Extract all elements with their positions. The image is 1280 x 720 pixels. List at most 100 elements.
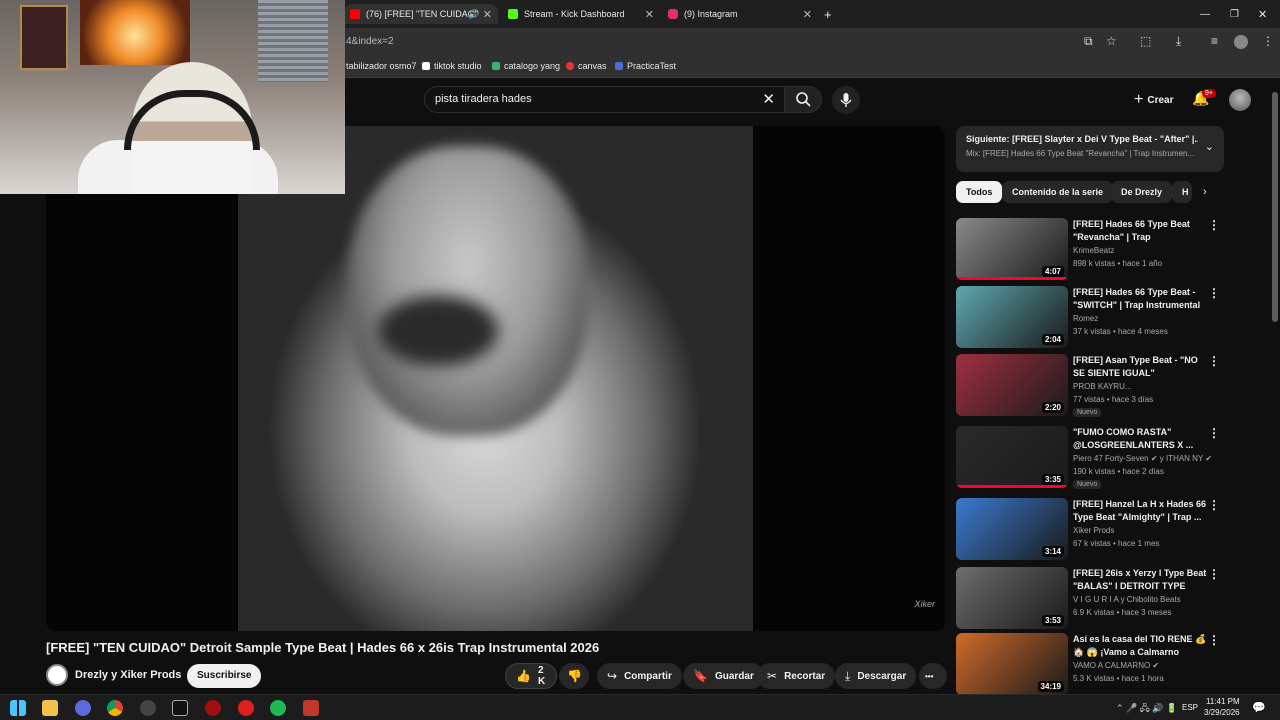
more-options-icon[interactable]: ⋮ xyxy=(1208,218,1220,232)
recommendation-title[interactable]: Así es la casa del TIO RENE 💰 🏠 😱 ¡Vamo … xyxy=(1073,633,1209,659)
app-icon[interactable] xyxy=(75,700,91,716)
clock-date[interactable]: 3/29/2026 xyxy=(1204,708,1240,717)
dislike-button[interactable]: 👎 xyxy=(559,663,589,689)
profile-icon[interactable] xyxy=(1234,35,1248,49)
chip-series[interactable]: Contenido de la serie xyxy=(1002,181,1114,203)
capcut-icon[interactable] xyxy=(172,700,188,716)
video-thumbnail[interactable]: 34:19 xyxy=(956,633,1068,695)
chrome-icon[interactable] xyxy=(107,700,123,716)
video-player[interactable]: Xiker xyxy=(46,126,945,631)
more-options-icon[interactable]: ⋮ xyxy=(1208,426,1220,440)
menu-icon[interactable]: ⋮ xyxy=(1262,34,1274,48)
tab-instagram[interactable]: (9) Instagram ✕ xyxy=(668,4,812,24)
recommendation-channel[interactable]: Xiker Prods xyxy=(1073,526,1114,535)
recommendation-item[interactable]: 3:53 [FREE] 26is x Yerzy l Type Beat "BAL… xyxy=(956,567,1226,631)
page-scrollbar[interactable] xyxy=(1272,92,1278,322)
subscribe-button[interactable]: Suscribirse xyxy=(187,664,262,688)
recommendation-item[interactable]: 3:35 "FUMO COMO RASTA" @LOSGREENLANTERS X… xyxy=(956,426,1226,490)
up-next-panel[interactable]: Siguiente: [FREE] Slayter x Dei V Type B… xyxy=(956,126,1224,172)
recommendation-title[interactable]: "FUMO COMO RASTA" @LOSGREENLANTERS X ... xyxy=(1073,426,1209,452)
chevron-down-icon[interactable]: ⌄ xyxy=(1205,140,1214,153)
clip-button[interactable]: ✂ Recortar xyxy=(757,663,836,689)
chip-drezly[interactable]: De Drezly xyxy=(1111,181,1173,203)
speaker-icon[interactable]: 🔊 xyxy=(468,9,479,20)
voice-search-button[interactable] xyxy=(832,86,860,114)
tab-youtube[interactable]: (76) [FREE] "TEN CUIDAO" 🔊 ✕ xyxy=(344,4,498,24)
more-options-icon[interactable]: ⋮ xyxy=(1208,567,1220,581)
more-options-icon[interactable]: ⋮ xyxy=(1208,354,1220,368)
download-icon[interactable]: ⤓ xyxy=(1176,34,1181,49)
channel-avatar[interactable] xyxy=(46,664,68,686)
recommendation-channel[interactable]: KrimeBeatz xyxy=(1073,246,1114,255)
video-app-icon[interactable] xyxy=(303,700,319,716)
channel-name[interactable]: Drezly y Xiker Prods xyxy=(75,669,181,681)
video-thumbnail[interactable]: 4:07 xyxy=(956,218,1068,280)
close-tab-icon[interactable]: ✕ xyxy=(483,8,492,21)
install-icon[interactable]: ⧉ xyxy=(1084,34,1093,49)
recommendation-title[interactable]: [FREE] Asan Type Beat - "NO SE SIENTE IG… xyxy=(1073,354,1209,380)
recommendation-channel[interactable]: V I G U R I A y Chibolito Beats xyxy=(1073,595,1181,604)
obs-icon[interactable] xyxy=(140,700,156,716)
notification-center-icon[interactable]: 💬 xyxy=(1252,701,1266,714)
more-options-icon[interactable]: ⋮ xyxy=(1208,498,1220,512)
chip-todos[interactable]: Todos xyxy=(956,181,1003,203)
spotify-icon[interactable] xyxy=(270,700,286,716)
recommendation-channel[interactable]: Romez xyxy=(1073,314,1098,323)
more-options-icon[interactable]: ⋮ xyxy=(1208,286,1220,300)
extensions-icon[interactable]: ⬚ xyxy=(1140,34,1151,48)
recommendation-title[interactable]: [FREE] 26is x Yerzy l Type Beat "BALAS" … xyxy=(1073,567,1209,593)
video-thumbnail[interactable]: 3:14 xyxy=(956,498,1068,560)
recommendation-channel[interactable]: Piero 47 Forty-Seven ✔ y ITHAN NY ✔ xyxy=(1073,454,1212,463)
bookmark-practicatest[interactable]: PracticaTest xyxy=(615,61,676,71)
close-tab-icon[interactable]: ✕ xyxy=(645,8,654,21)
tray-icons[interactable]: ⌃ 🎤 🖧 🔊 🔋 xyxy=(1116,701,1177,717)
recommendation-title[interactable]: [FREE] Hades 66 Type Beat "Revancha" | T… xyxy=(1073,218,1209,244)
save-button[interactable]: 🔖 Guardar xyxy=(683,663,764,689)
search-button[interactable] xyxy=(784,86,822,113)
account-avatar[interactable] xyxy=(1229,89,1251,111)
recommendation-channel[interactable]: VAMO A CALMARNO ✔ xyxy=(1073,661,1159,670)
recommendation-item[interactable]: 2:20 [FREE] Asan Type Beat - "NO SE SIENT… xyxy=(956,354,1226,418)
search-input[interactable]: pista tiradera hades ✕ xyxy=(424,86,786,113)
search-icon xyxy=(796,92,811,107)
video-thumbnail[interactable]: 2:20 xyxy=(956,354,1068,416)
more-options-icon[interactable]: ⋮ xyxy=(1208,633,1220,647)
start-icon[interactable] xyxy=(10,700,26,716)
file-explorer-icon[interactable] xyxy=(42,700,58,716)
app-icon-red[interactable] xyxy=(205,700,221,716)
recommendation-item[interactable]: 3:14 [FREE] Hanzel La H x Hades 66 Type B… xyxy=(956,498,1226,562)
recommendation-item[interactable]: 34:19 Así es la casa del TIO RENE 💰 🏠 😱 ¡… xyxy=(956,633,1226,697)
recommendation-item[interactable]: 4:07 [FREE] Hades 66 Type Beat "Revancha"… xyxy=(956,218,1226,282)
bookmark-osmo[interactable]: tabilizador osmo7 xyxy=(346,61,417,71)
recommendation-title[interactable]: [FREE] Hanzel La H x Hades 66 Type Beat … xyxy=(1073,498,1209,524)
create-button[interactable]: + Crear xyxy=(1124,87,1183,113)
url-text[interactable]: 4&index=2 xyxy=(346,36,394,47)
video-thumbnail[interactable]: 3:53 xyxy=(956,567,1068,629)
video-thumbnail[interactable]: 2:04 xyxy=(956,286,1068,348)
like-button[interactable]: 👍 2 K xyxy=(505,663,557,689)
new-tab-button[interactable]: + xyxy=(824,4,832,24)
clock-time[interactable]: 11:41 PM xyxy=(1206,697,1240,706)
recommendation-channel[interactable]: PROB KAYRU... xyxy=(1073,382,1132,391)
recommendation-item[interactable]: 2:04 [FREE] Hades 66 Type Beat - "SWITCH"… xyxy=(956,286,1226,350)
close-window-icon[interactable]: ✕ xyxy=(1258,4,1267,24)
share-button[interactable]: ↪ Compartir xyxy=(597,663,682,689)
tab-kick[interactable]: Stream - Kick Dashboard ✕ xyxy=(508,4,654,24)
bookmark-tiktok[interactable]: tiktok studio xyxy=(422,61,482,71)
chip-more[interactable]: H xyxy=(1172,181,1192,203)
more-actions-button[interactable]: ••• xyxy=(919,663,947,689)
bookmark-canvas[interactable]: canvas xyxy=(566,61,607,71)
media-icon[interactable]: ≡ xyxy=(1211,34,1218,48)
opera-icon[interactable] xyxy=(238,700,254,716)
minimize-icon[interactable]: — xyxy=(1200,4,1210,24)
star-icon[interactable]: ☆ xyxy=(1106,34,1117,48)
restore-icon[interactable]: ❐ xyxy=(1230,4,1239,24)
close-tab-icon[interactable]: ✕ xyxy=(803,8,812,21)
download-button[interactable]: ⤓ Descargar xyxy=(835,663,917,689)
recommendation-title[interactable]: [FREE] Hades 66 Type Beat - "SWITCH" | T… xyxy=(1073,286,1209,312)
clear-search-icon[interactable]: ✕ xyxy=(762,90,775,108)
bookmark-catalogo[interactable]: catalogo yang xyxy=(492,61,560,71)
language-indicator[interactable]: ESP xyxy=(1182,703,1198,712)
video-thumbnail[interactable]: 3:35 xyxy=(956,426,1068,488)
chevron-right-icon[interactable]: › xyxy=(1203,186,1207,198)
